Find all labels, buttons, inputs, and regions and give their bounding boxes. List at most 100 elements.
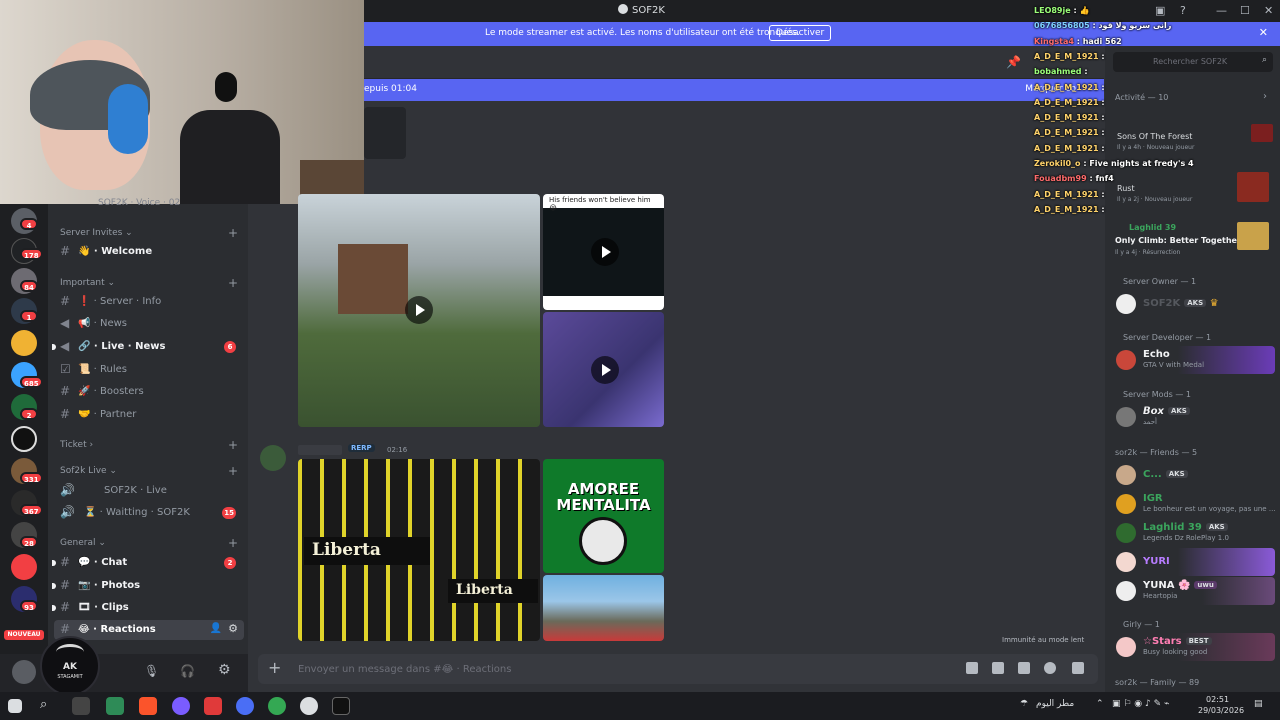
channel-rules[interactable]: ☑ 📜 · Rules bbox=[54, 360, 244, 380]
member-item[interactable]: YURI bbox=[1113, 548, 1275, 576]
add-channel-icon[interactable]: + bbox=[228, 536, 238, 550]
image-attachment[interactable]: AMOREE MENTALITA bbox=[543, 459, 664, 573]
game-thumbnail[interactable] bbox=[1237, 222, 1269, 250]
member-name: SOF2K AKS ♛ bbox=[1143, 298, 1219, 309]
embed-thumbnail[interactable] bbox=[364, 107, 406, 159]
member-item[interactable]: SOF2K AKS ♛ bbox=[1113, 290, 1275, 318]
image-attachment[interactable]: Liberta Liberta bbox=[298, 459, 540, 641]
video-attachment[interactable] bbox=[543, 312, 664, 427]
tray-icons[interactable]: ▣ ⚐ ◉ ♪ ✎ ⌁ bbox=[1112, 699, 1169, 709]
member-item[interactable]: C... AKS bbox=[1113, 461, 1275, 489]
channel-news[interactable]: ◀ 📢 · News bbox=[54, 314, 244, 334]
app-icon[interactable] bbox=[236, 697, 254, 715]
username-redacted[interactable] bbox=[298, 445, 342, 455]
app-icon[interactable] bbox=[172, 697, 190, 715]
channel-welcome[interactable]: # 👋 · Welcome bbox=[54, 242, 244, 262]
task-view-icon[interactable] bbox=[72, 697, 90, 715]
attach-plus-icon[interactable]: + bbox=[268, 658, 281, 677]
message-input[interactable] bbox=[298, 660, 898, 678]
avatar[interactable] bbox=[260, 445, 286, 471]
channel-header: 📌 bbox=[364, 46, 1104, 79]
gear-icon[interactable]: ⚙ bbox=[228, 622, 238, 635]
maximize-button[interactable]: ☐ bbox=[1240, 4, 1250, 17]
add-channel-icon[interactable]: + bbox=[228, 276, 238, 290]
channel-waitting-sof2k[interactable]: 🔊 ⏳ · Waitting · SOF2K 15 bbox=[54, 503, 244, 523]
hash-icon: # bbox=[60, 578, 71, 592]
avatar bbox=[1116, 465, 1136, 485]
server-icon[interactable] bbox=[11, 426, 37, 452]
member-item[interactable]: YUNA 🌸 uwu Heartopia bbox=[1113, 577, 1275, 605]
notification-icon[interactable]: ▤ bbox=[1254, 699, 1263, 709]
brave-icon[interactable] bbox=[139, 697, 157, 715]
gif-icon[interactable] bbox=[992, 662, 1004, 674]
add-channel-icon[interactable]: + bbox=[228, 226, 238, 240]
video-attachment[interactable]: His friends won't believe him 😭 bbox=[543, 194, 664, 310]
microphone-icon[interactable]: 🎙 bbox=[144, 664, 159, 678]
member-item[interactable]: ☆Stars BEST Busy looking good bbox=[1113, 633, 1275, 661]
member-item[interactable]: Laghlid 39 AKS Legends Dz RolePlay 1.0 bbox=[1113, 519, 1275, 547]
weather-icon[interactable]: ☂ bbox=[1020, 699, 1028, 709]
clock-time[interactable]: 02:51 bbox=[1206, 695, 1229, 704]
category-server-invites[interactable]: Server Invites ⌄ + bbox=[60, 226, 238, 240]
member-item[interactable]: Echo GTA V with Medal bbox=[1113, 346, 1275, 374]
chat-line: A_D_E_M_1921 : bbox=[1034, 204, 1105, 214]
help-icon[interactable]: ? bbox=[1180, 4, 1186, 17]
add-channel-icon[interactable]: + bbox=[228, 464, 238, 478]
banner-close-icon[interactable]: ✕ bbox=[1259, 26, 1268, 39]
headphones-icon[interactable]: 🎧 bbox=[180, 664, 195, 678]
disable-streamer-button[interactable]: Désactiver bbox=[769, 25, 832, 41]
apps-icon[interactable] bbox=[1072, 662, 1084, 674]
add-channel-icon[interactable]: + bbox=[228, 438, 238, 452]
emoji-icon[interactable] bbox=[1044, 662, 1056, 674]
avatar[interactable] bbox=[12, 660, 36, 684]
member-item[interactable]: IGR Le bonheur est un voyage, pas une ..… bbox=[1113, 490, 1276, 518]
image-attachment[interactable] bbox=[543, 575, 664, 641]
channel-boosters[interactable]: # 🚀 · Boosters bbox=[54, 382, 244, 402]
game-thumbnail[interactable] bbox=[1251, 124, 1273, 142]
channel-partner[interactable]: # 🤝 · Partner bbox=[54, 405, 244, 425]
clock-date[interactable]: 29/03/2026 bbox=[1198, 706, 1244, 715]
windows-start-icon[interactable] bbox=[8, 699, 22, 713]
voice-channel-partial: SOF2K · Voice · 02 bbox=[98, 198, 181, 208]
tray-expand-icon[interactable]: ⌃ bbox=[1096, 699, 1104, 709]
chat-message: رانى سريو ولا قود bbox=[1098, 21, 1172, 31]
app-icon[interactable] bbox=[204, 697, 222, 715]
weather-text[interactable]: مطر اليوم bbox=[1036, 699, 1074, 709]
server-icon[interactable] bbox=[11, 330, 37, 356]
gift-icon[interactable] bbox=[966, 662, 978, 674]
close-button[interactable]: ✕ bbox=[1264, 4, 1273, 17]
member-item[interactable]: 𝘽𝙤𝙭 AKS أحمد bbox=[1113, 403, 1275, 431]
invite-icon[interactable]: 👤 bbox=[210, 623, 222, 634]
channel-chat[interactable]: # 💬 · Chat 2 bbox=[52, 553, 244, 573]
user-settings-icon[interactable]: ⚙ bbox=[218, 662, 231, 678]
search-icon[interactable]: ⌕ bbox=[40, 697, 47, 712]
channel-sof2k-live[interactable]: 🔊 SOF2K · Live bbox=[54, 481, 244, 501]
new-messages-bar[interactable]: epuis 01:04 Marquer co bbox=[364, 79, 1104, 101]
slowmode-immunity: Immunité au mode lent bbox=[1002, 636, 1085, 644]
store-icon[interactable] bbox=[106, 697, 124, 715]
inbox-icon[interactable]: ▣ bbox=[1155, 4, 1165, 17]
chrome-icon[interactable] bbox=[268, 697, 286, 715]
game-thumbnail[interactable] bbox=[1237, 172, 1269, 202]
channel-photos[interactable]: # 📷 · Photos bbox=[52, 576, 244, 596]
chevron-right-icon[interactable]: › bbox=[1263, 91, 1267, 102]
category-important[interactable]: Important ⌄ + bbox=[60, 276, 238, 290]
alert-server-icon[interactable] bbox=[11, 554, 37, 580]
minimize-button[interactable]: — bbox=[1216, 4, 1227, 17]
play-icon[interactable] bbox=[591, 238, 619, 266]
sticker-icon[interactable] bbox=[1018, 662, 1030, 674]
play-icon[interactable] bbox=[405, 296, 433, 324]
video-attachment[interactable] bbox=[298, 194, 540, 427]
pin-icon[interactable]: 📌 bbox=[1006, 55, 1021, 69]
obs-icon[interactable] bbox=[300, 697, 318, 715]
channel-live-news[interactable]: ◀ 🔗 · Live · News 6 bbox=[52, 337, 244, 357]
category-sof2k-live[interactable]: Sof2k Live ⌄ + bbox=[60, 464, 238, 478]
play-icon[interactable] bbox=[591, 356, 619, 384]
channel-clips[interactable]: # 🎞 · Clips bbox=[52, 598, 244, 618]
category-ticket[interactable]: Ticket › + bbox=[60, 438, 238, 452]
category-general[interactable]: General ⌄ + bbox=[60, 536, 238, 550]
tiktok-icon[interactable] bbox=[332, 697, 350, 715]
channel-reactions[interactable]: # 😂 · Reactions 👤 ⚙ bbox=[54, 620, 244, 640]
chat-line: 0676856805 : رانى سريو ولا قود bbox=[1034, 21, 1172, 31]
channel-server-info[interactable]: # ❗ · Server · Info bbox=[54, 292, 244, 312]
